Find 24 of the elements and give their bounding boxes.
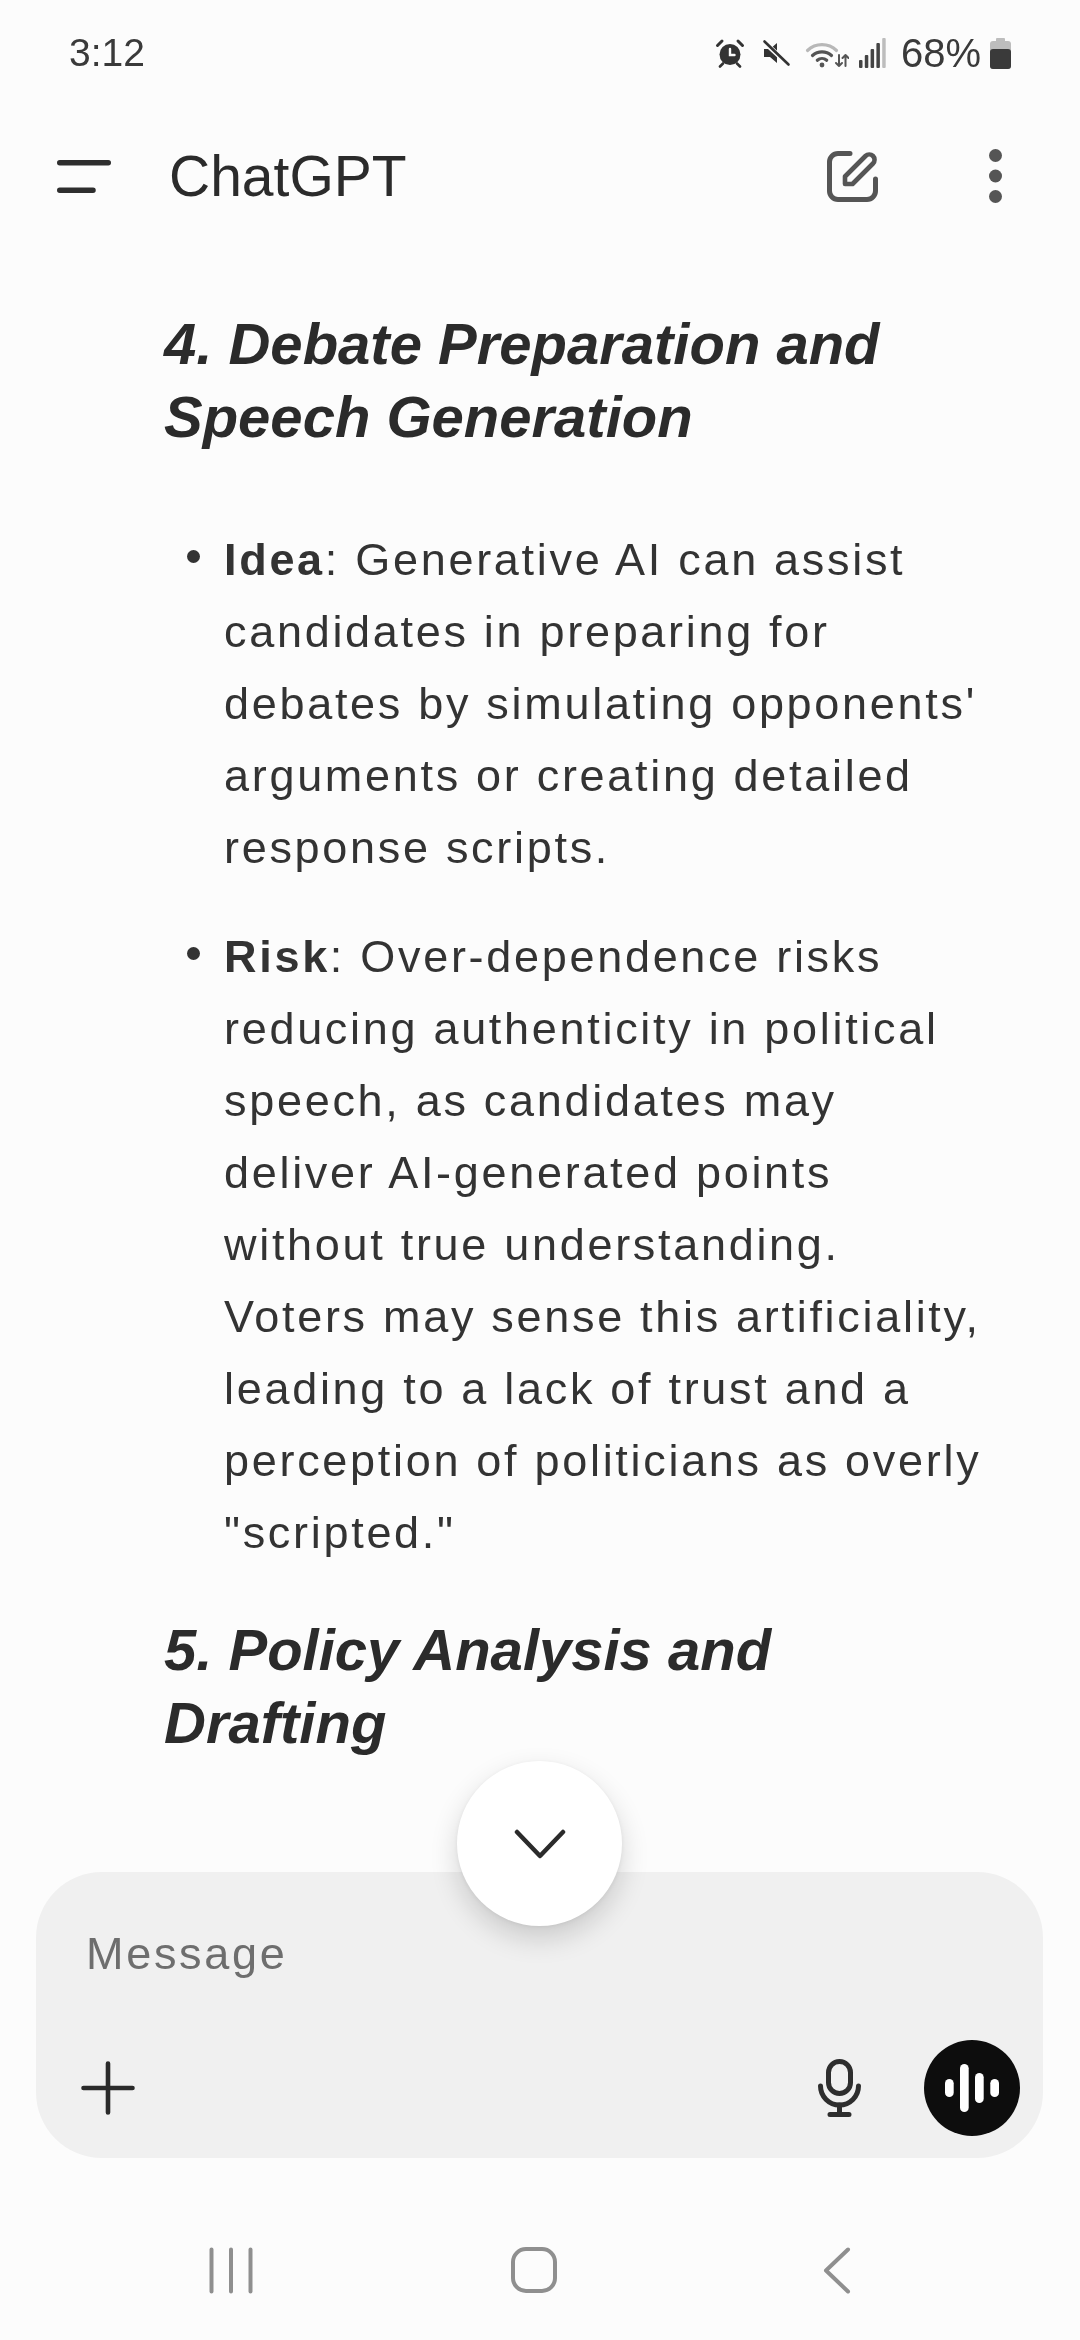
alarm-clock-icon: [714, 38, 745, 68]
plus-icon[interactable]: [81, 2061, 135, 2115]
microphone-icon[interactable]: [816, 2058, 863, 2118]
section-heading: 4. Debate Preparation and Speech Generation: [164, 310, 882, 451]
message-input[interactable]: Message: [86, 1927, 1020, 1981]
section-heading: 5. Policy Analysis and Drafting: [164, 1616, 773, 1757]
waveform-icon: [945, 2064, 999, 2112]
bullet-text: Idea: Generative AI can assist candidates in preparing for debates by simulating opponents' arguments or creating detailed response scripts.: [224, 533, 978, 875]
bullet-text: Risk: Over-dependence risks reducing authenticity in political speech, as candidates may deliver AI-generated points without true understanding. Voters may sense this artificiality, leading to a lack of trust and a perception of politicians as overly "scripted.": [224, 930, 983, 1560]
bullet-icon: [187, 947, 200, 960]
bullet-icon: [187, 550, 200, 563]
battery-icon: [990, 37, 1011, 69]
menu-icon[interactable]: [57, 159, 111, 193]
back-icon[interactable]: [823, 2246, 851, 2294]
signal-icon: [858, 38, 886, 68]
recent-apps-icon[interactable]: [209, 2246, 253, 2294]
more-options-icon[interactable]: [988, 148, 1003, 204]
edit-icon[interactable]: [825, 148, 880, 204]
battery-percentage: 68%: [900, 30, 981, 76]
status-time: 3:12: [69, 31, 145, 75]
mute-icon: [760, 38, 791, 68]
app-title: ChatGPT: [169, 143, 407, 209]
home-icon[interactable]: [511, 2247, 557, 2293]
chevron-down-icon: [513, 1828, 566, 1859]
